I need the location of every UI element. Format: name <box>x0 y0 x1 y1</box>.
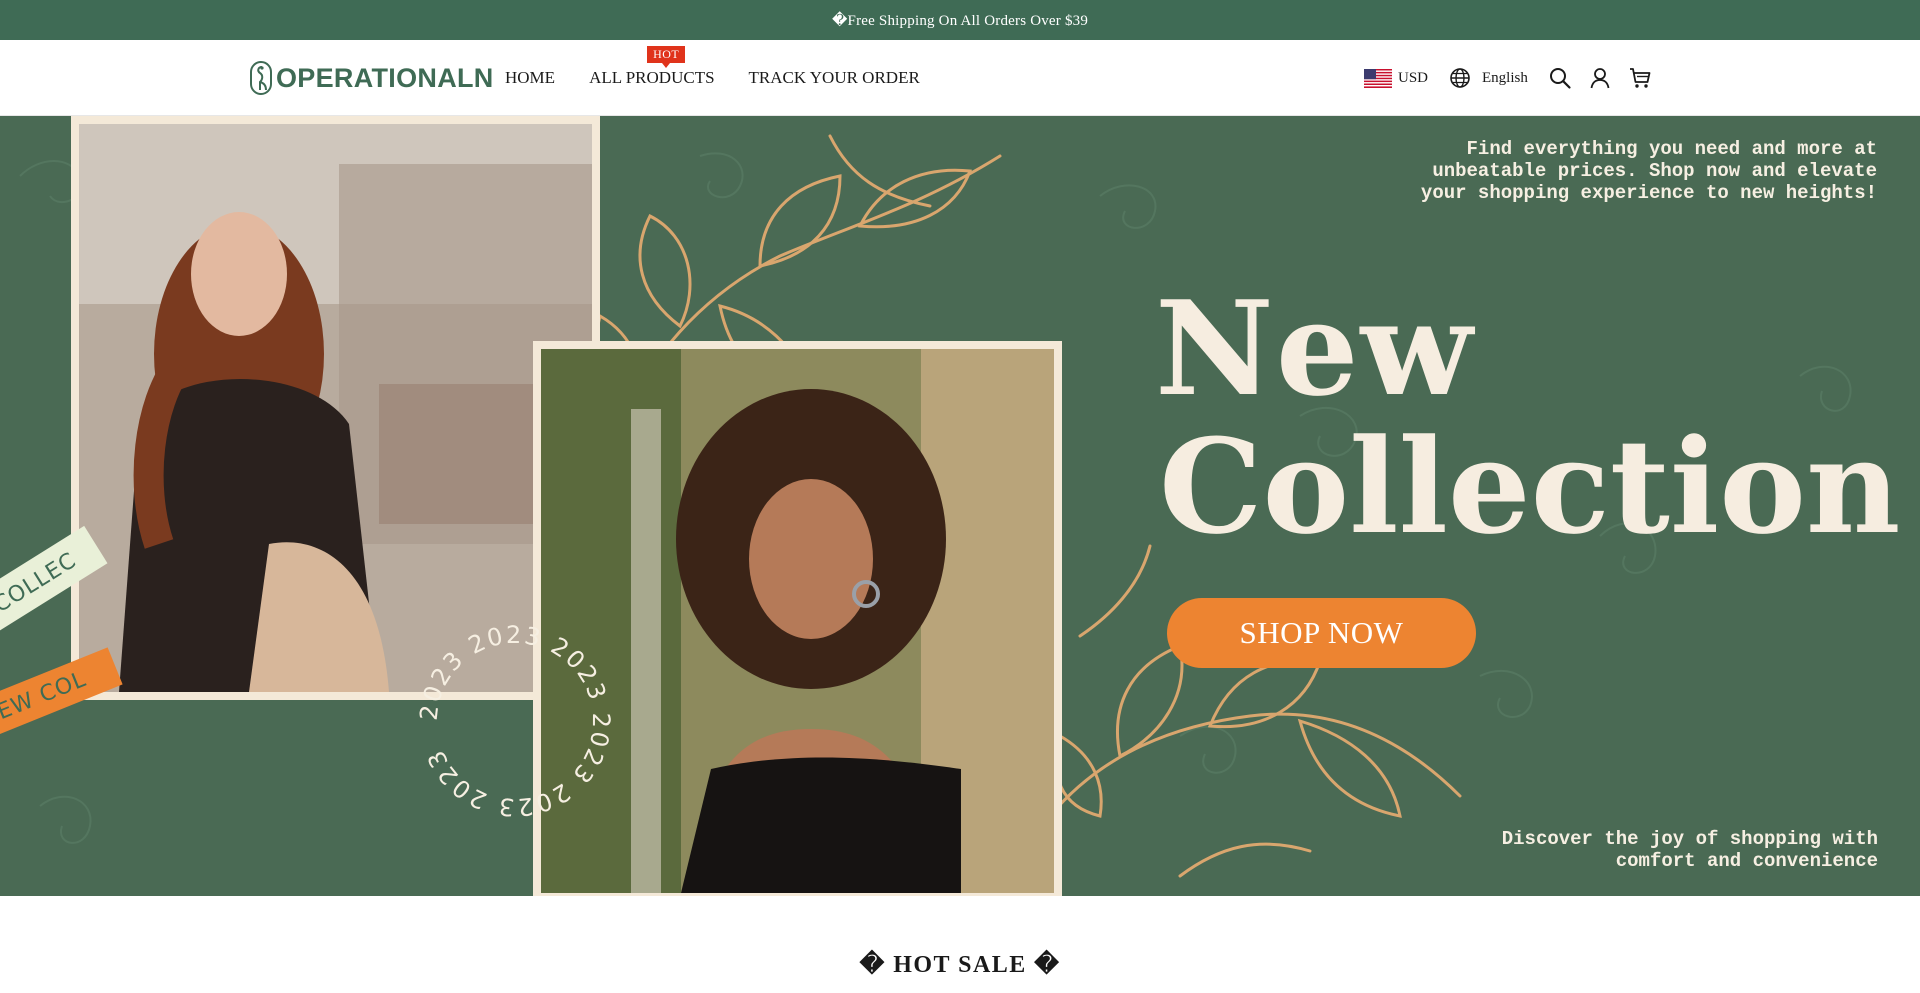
nav-all-products[interactable]: ALL PRODUCTS HOT <box>589 46 715 88</box>
hero-banner[interactable]: COLLEC EW COL 2023 2023 2023 2023 2023 2… <box>0 116 1920 896</box>
header-utilities: USD English <box>1364 40 1668 116</box>
nav-track-order[interactable]: TRACK YOUR ORDER <box>749 68 920 88</box>
hero-tagline-top: Find everything you need and more at unb… <box>1420 138 1877 204</box>
hot-sale-heading: � HOT SALE � <box>859 952 1061 978</box>
announcement-text: �Free Shipping On All Orders Over $39 <box>831 12 1089 29</box>
main-nav: HOME ALL PRODUCTS HOT TRACK YOUR ORDER <box>505 40 954 116</box>
nav-home[interactable]: HOME <box>505 68 555 88</box>
svg-text:2023 2023 2023 2023 2023 2023: 2023 2023 2023 2023 2023 2023 <box>415 621 615 821</box>
language-label: English <box>1482 69 1528 86</box>
hero-headline: New Collection <box>1155 284 1900 552</box>
heron-icon <box>250 61 272 95</box>
nav-all-products-label: ALL PRODUCTS <box>589 68 715 87</box>
headline-collection: Collection <box>1159 410 1901 563</box>
hero-tagline-bottom: Discover the joy of shopping with comfor… <box>1501 828 1878 872</box>
globe-icon <box>1450 68 1470 88</box>
woman-portrait-image <box>79 124 592 692</box>
announcement-bar: �Free Shipping On All Orders Over $39 <box>0 0 1920 40</box>
language-selector[interactable]: English <box>1448 66 1548 90</box>
brand-name: OPERATIONALN <box>276 62 494 93</box>
us-flag-icon <box>1364 68 1392 88</box>
brand-logo[interactable]: OPERATIONALN <box>250 60 494 96</box>
hot-badge: HOT <box>647 46 686 68</box>
currency-selector[interactable]: USD <box>1364 68 1448 88</box>
year-circle-text: 2023 2023 2023 2023 2023 2023 <box>415 621 613 821</box>
site-header: OPERATIONALN HOME ALL PRODUCTS HOT TRACK… <box>0 40 1920 116</box>
cart-icon[interactable] <box>1628 66 1652 90</box>
model-photo-1 <box>71 116 600 700</box>
shop-now-button[interactable]: SHOP NOW <box>1167 598 1476 668</box>
year-circle-badge: 2023 2023 2023 2023 2023 2023 <box>415 621 615 821</box>
currency-label: USD <box>1398 69 1429 86</box>
headline-new: New <box>1155 272 1475 425</box>
account-icon[interactable] <box>1588 66 1612 90</box>
search-icon[interactable] <box>1548 66 1572 90</box>
